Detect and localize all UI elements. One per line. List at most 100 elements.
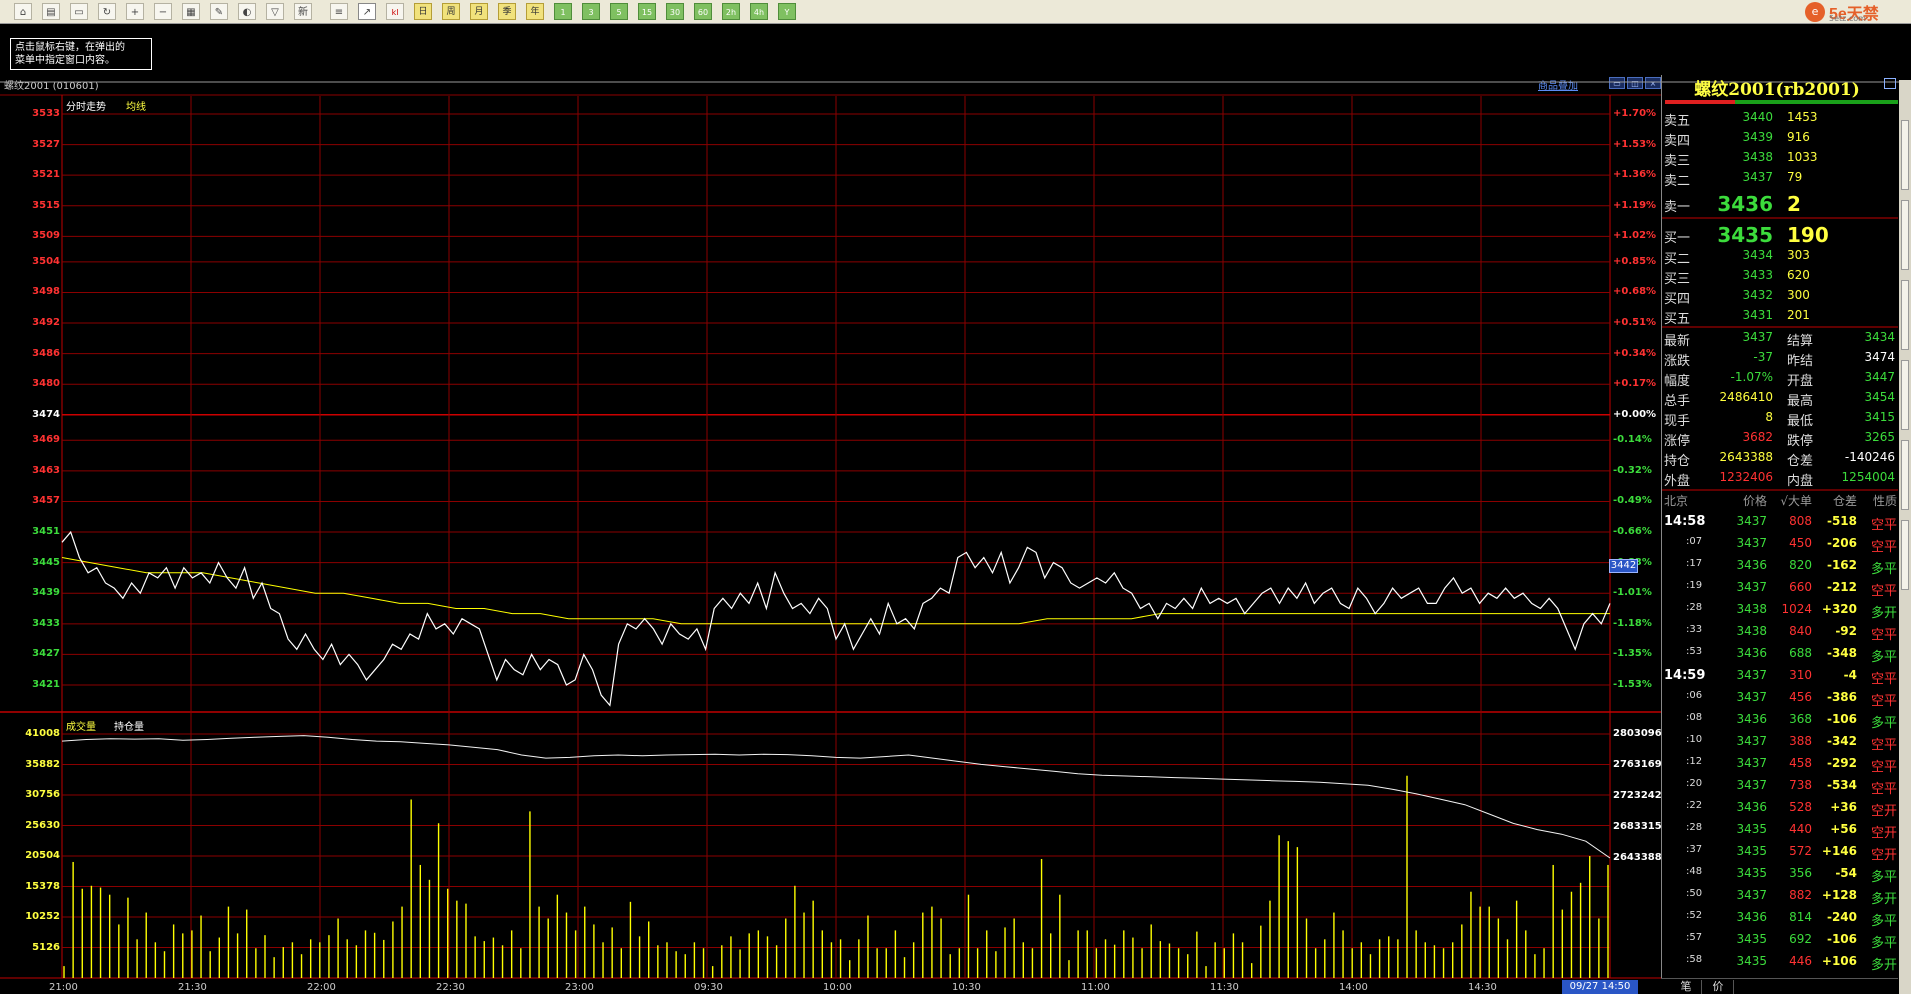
- stat-label: 外盘: [1664, 474, 1691, 489]
- volume-tick-label: 10252: [25, 911, 60, 922]
- price-tick-label: 3527: [32, 138, 60, 150]
- ask-volume: 916: [1787, 130, 1810, 144]
- pct-tick-label: -1.53%: [1613, 679, 1652, 690]
- tick-nature: 空平: [1870, 760, 1897, 775]
- bid-price: 3432: [1742, 288, 1773, 302]
- quote-title: 螺纹2001(rb2001): [1694, 80, 1860, 100]
- legend-open-interest: 持仓量: [114, 722, 144, 733]
- tick-nature: 空平: [1870, 738, 1897, 753]
- volume-tick-label: 35882: [25, 758, 60, 770]
- bid-label: 买一: [1664, 231, 1691, 246]
- tick-nature: 空平: [1870, 672, 1897, 687]
- price-tick-label: 3492: [32, 317, 60, 329]
- pct-tick-label: -0.14%: [1613, 434, 1652, 446]
- pct-tick-label: +1.19%: [1613, 199, 1657, 211]
- stat-value: 3265: [1864, 430, 1895, 444]
- bid-volume: 620: [1787, 268, 1810, 282]
- pct-tick-label: +1.36%: [1613, 169, 1657, 181]
- pct-tick-label: +0.00%: [1613, 408, 1657, 420]
- oi-tick-label: 2683315: [1613, 821, 1662, 832]
- time-label: 11:00: [1081, 982, 1110, 993]
- side-tab-5[interactable]: [1901, 440, 1909, 510]
- price-tick-label: 3509: [32, 230, 60, 242]
- side-tab-6[interactable]: [1901, 520, 1909, 590]
- tick-nature: 多平: [1870, 936, 1897, 951]
- stat-label: 涨停: [1664, 434, 1691, 449]
- stat-label: 最高: [1787, 394, 1814, 409]
- tick-nature: 多开: [1870, 958, 1897, 973]
- volume-tick-label: 15378: [25, 880, 60, 892]
- time-label: 22:00: [307, 982, 336, 993]
- ask-price: 3440: [1742, 110, 1773, 124]
- bid-volume: 300: [1787, 288, 1810, 302]
- stat-label: 持仓: [1664, 454, 1691, 469]
- pct-tick-label: -1.18%: [1613, 617, 1652, 629]
- tick-nature: 空开: [1870, 804, 1897, 819]
- time-label: 23:00: [565, 982, 594, 993]
- stat-value: 1232406: [1719, 470, 1773, 484]
- stat-value: 3454: [1864, 390, 1895, 404]
- ask-volume: 2: [1787, 192, 1801, 216]
- price-tick-label: 3457: [32, 495, 60, 507]
- ask-label: 卖二: [1664, 174, 1691, 189]
- tick-nature: 多平: [1870, 650, 1897, 665]
- stat-value: 8: [1765, 410, 1773, 424]
- time-label: 14:30: [1468, 982, 1497, 993]
- bid-ratio-bar: [1665, 100, 1735, 104]
- side-tab-4[interactable]: [1901, 360, 1909, 430]
- panel-restore-icon[interactable]: [1884, 78, 1896, 89]
- side-tab-2[interactable]: [1901, 200, 1909, 270]
- tick-nature: 多开: [1870, 892, 1897, 907]
- bid-label: 买二: [1664, 252, 1691, 267]
- bid-price: 3431: [1742, 308, 1773, 322]
- tick-nature: 空平: [1870, 540, 1897, 555]
- ask-label: 卖一: [1664, 200, 1691, 215]
- stat-label: 结算: [1787, 334, 1814, 349]
- tick-header-time: 北京: [1664, 494, 1689, 508]
- pct-tick-label: -0.32%: [1613, 464, 1652, 476]
- time-label: 09:30: [694, 982, 723, 993]
- tab-trades[interactable]: 笔: [1671, 980, 1702, 994]
- price-tick-label: 3480: [32, 378, 60, 390]
- pct-tick-label: +0.85%: [1613, 255, 1657, 267]
- time-label: 10:30: [952, 982, 981, 993]
- volume-tick-label: 30756: [25, 789, 60, 800]
- time-label: 10:00: [823, 982, 852, 993]
- stat-value: 2486410: [1719, 390, 1773, 404]
- tab-price[interactable]: 价: [1703, 980, 1734, 994]
- ask-volume: 1453: [1787, 110, 1818, 124]
- stat-value: 3682: [1742, 430, 1773, 444]
- tick-nature: 多平: [1870, 914, 1897, 929]
- tick-nature: 多平: [1870, 716, 1897, 731]
- side-tab-1[interactable]: [1901, 120, 1909, 190]
- ask-label: 卖三: [1664, 154, 1691, 169]
- time-label: 21:00: [49, 982, 78, 993]
- stat-label: 涨跌: [1664, 354, 1691, 369]
- quote-tabs: 笔 价: [1661, 978, 1898, 994]
- pct-tick-label: -0.49%: [1613, 495, 1652, 507]
- volume-tick-label: 5126: [32, 941, 60, 953]
- oi-tick-label: 2763169: [1613, 759, 1662, 770]
- stat-value: -1.07%: [1730, 370, 1773, 384]
- stat-value: 1254004: [1841, 470, 1895, 484]
- pct-tick-label: +1.02%: [1613, 230, 1657, 242]
- legend-price: 分时走势: [66, 102, 106, 113]
- bid-price: 3435: [1717, 223, 1773, 247]
- stat-value: -37: [1753, 350, 1773, 364]
- oi-tick-label: 2723242: [1613, 790, 1662, 801]
- pct-tick-label: +0.51%: [1613, 317, 1657, 329]
- tick-nature: 多开: [1870, 606, 1897, 621]
- price-tick-label: 3504: [32, 255, 60, 267]
- side-tab-3[interactable]: [1901, 280, 1909, 350]
- ask-price: 3438: [1742, 150, 1773, 164]
- stat-value: -140246: [1844, 450, 1895, 464]
- bid-price: 3434: [1742, 248, 1773, 262]
- ask-price: 3437: [1742, 170, 1773, 184]
- ask-price: 3436: [1717, 192, 1773, 216]
- pct-tick-label: -1.01%: [1613, 587, 1652, 599]
- stat-label: 最新: [1664, 334, 1691, 349]
- tick-nature: 多平: [1870, 870, 1897, 885]
- price-tick-label: 3439: [32, 587, 60, 599]
- volume-tick-label: 41008: [25, 728, 60, 739]
- pct-tick-label: +0.68%: [1613, 286, 1657, 298]
